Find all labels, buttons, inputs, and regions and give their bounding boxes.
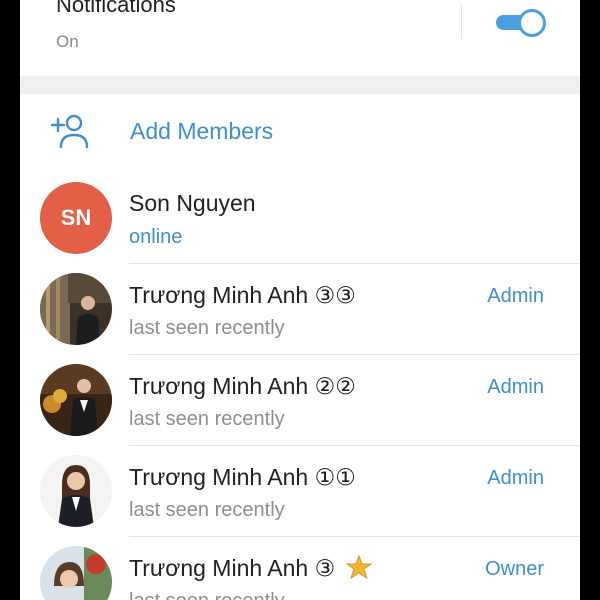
- member-row-truong-minh-anh-1-1[interactable]: Trương Minh Anh ①① last seen recently Ad…: [20, 446, 580, 537]
- add-members-button[interactable]: Add Members: [20, 94, 580, 170]
- notifications-title: Notifications: [56, 0, 176, 17]
- notifications-toggle[interactable]: [494, 7, 546, 37]
- member-name: Son Nguyen: [129, 190, 256, 216]
- member-role-badge: Admin: [487, 376, 544, 398]
- member-status: online: [129, 226, 183, 248]
- add-person-icon: [50, 114, 89, 149]
- notifications-row[interactable]: Notifications On: [20, 0, 580, 76]
- member-status: last seen recently: [129, 590, 285, 600]
- toggle-knob: [518, 9, 546, 37]
- avatar: [40, 455, 112, 527]
- member-name: Trương Minh Anh ①①: [129, 464, 356, 490]
- avatar: [40, 273, 112, 345]
- add-members-label: Add Members: [130, 118, 274, 144]
- member-status: last seen recently: [129, 317, 285, 339]
- member-row-truong-minh-anh-3-3[interactable]: Trương Minh Anh ③③ last seen recently Ad…: [20, 264, 580, 355]
- member-status: last seen recently: [129, 408, 285, 430]
- member-name: Trương Minh Anh ②②: [129, 373, 356, 399]
- member-role-badge: Admin: [487, 285, 544, 307]
- member-row-son-nguyen[interactable]: SN Son Nguyen online: [20, 172, 580, 264]
- avatar: [40, 546, 112, 600]
- notifications-divider: [461, 5, 462, 39]
- member-row-truong-minh-anh-2-2[interactable]: Trương Minh Anh ②② last seen recently Ad…: [20, 355, 580, 446]
- member-name: Trương Minh Anh ③: [129, 554, 373, 582]
- avatar: SN: [40, 182, 112, 254]
- avatar: [40, 364, 112, 436]
- member-name: Trương Minh Anh ③③: [129, 282, 356, 308]
- section-separator: [20, 76, 580, 94]
- member-role-badge: Admin: [487, 467, 544, 489]
- member-role-badge: Owner: [485, 558, 544, 580]
- star-icon: [345, 554, 373, 580]
- notifications-status: On: [56, 32, 79, 51]
- member-name-text: Trương Minh Anh ③: [129, 555, 336, 581]
- member-status: last seen recently: [129, 499, 285, 521]
- group-info-screen: Notifications On Add Members SN Son Nguy…: [20, 0, 580, 600]
- member-row-truong-minh-anh-3[interactable]: Trương Minh Anh ③ last seen recently Own…: [20, 537, 580, 600]
